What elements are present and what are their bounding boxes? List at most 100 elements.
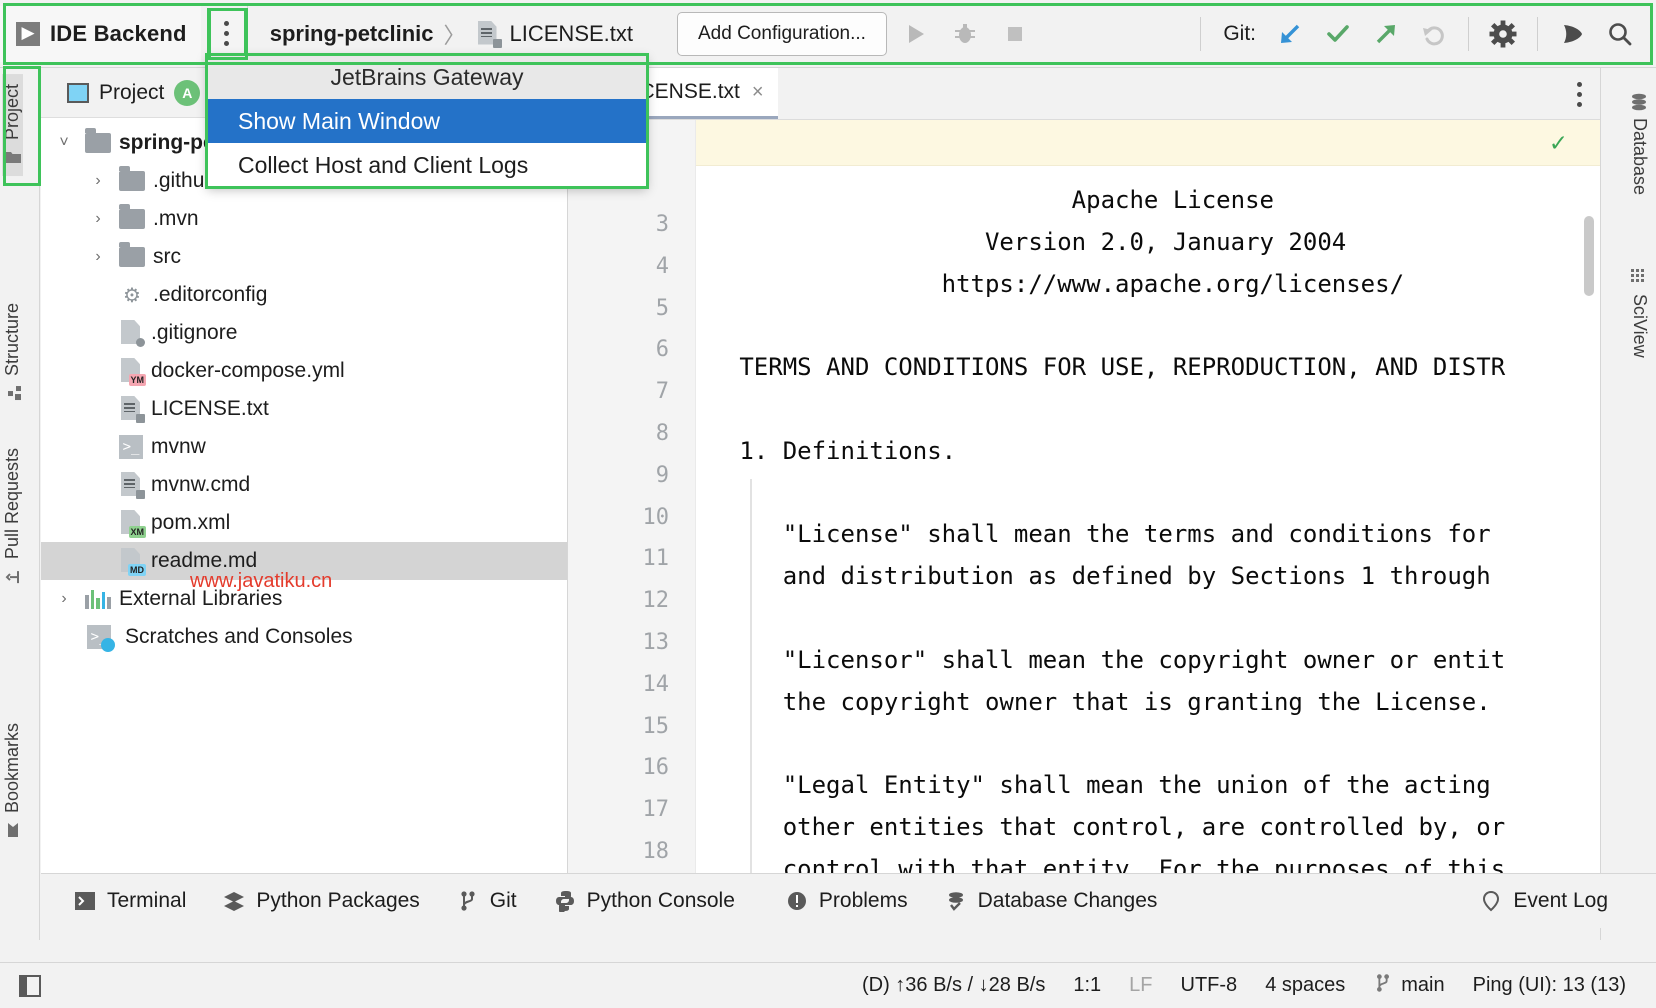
code-line: 1. Definitions. [696,431,1600,473]
tree-node-label: mvnw [151,435,206,459]
tool-window-label: Python Console [587,889,735,913]
python-icon [553,889,577,913]
stop-icon[interactable] [993,12,1037,56]
avatar[interactable]: A [174,80,200,106]
gear-file-icon: ⚙ [119,283,145,307]
tool-window-label: Git [490,889,517,913]
tree-node-gitignore[interactable]: .gitignore [41,314,567,352]
indent-guide [750,479,752,873]
code-line: the copyright owner that is granting the… [696,682,1600,724]
search-icon[interactable] [1598,12,1642,56]
sidebar-item-sciview[interactable]: SciView [1629,258,1650,368]
breadcrumb-separator: 〉 [444,18,466,50]
folder-icon [119,171,145,191]
tree-node-label: Scratches and Consoles [119,625,353,649]
text-file-icon [476,20,500,48]
status-encoding[interactable]: UTF-8 [1167,974,1252,997]
tool-window-label: Database Changes [978,889,1158,913]
breadcrumb-project[interactable]: spring-petclinic [270,21,434,47]
gear-icon[interactable] [1481,12,1525,56]
shell-file-icon: >_ [119,435,143,459]
chevron-right-icon[interactable]: › [85,210,111,228]
tree-node-docker-compose[interactable]: YM docker-compose.yml [41,352,567,390]
scratches-icon: >_ [87,625,111,649]
sidebar-item-project[interactable]: Project [2,74,23,176]
folder-icon [4,148,22,166]
run-icon[interactable] [893,12,937,56]
tree-node-mvnw[interactable]: >_ mvnw [41,428,567,466]
tool-window-label: Event Log [1513,889,1608,913]
menu-item-show-main-window[interactable]: Show Main Window [208,99,646,143]
close-icon[interactable]: × [752,81,764,104]
terminal-icon [73,889,97,913]
tool-window-git[interactable]: Git [438,889,535,913]
status-indent[interactable]: 4 spaces [1251,974,1359,997]
backend-options-button[interactable] [207,8,247,60]
debug-icon[interactable] [943,12,987,56]
tool-window-label: Problems [819,889,908,913]
editor-area: LICENSE.txt × 3 4 5 6 7 8 9 10 11 12 13 … [568,68,1600,873]
status-branch[interactable]: main [1359,973,1458,999]
breadcrumb: spring-petclinic 〉 LICENSE.txt [248,18,633,50]
line-number: 18 [568,831,695,873]
sidebar-item-structure[interactable]: Structure [2,293,23,412]
tool-window-problems[interactable]: Problems [767,889,926,913]
tool-window-python-packages[interactable]: Python Packages [204,889,437,913]
menu-item-collect-logs[interactable]: Collect Host and Client Logs [208,143,646,187]
bookmark-icon [4,821,22,839]
tree-node-pom-xml[interactable]: XM pom.xml [41,504,567,542]
code-line: "Legal Entity" shall mean the union of t… [696,765,1600,807]
chevron-right-icon[interactable]: › [51,590,77,608]
line-number: 12 [568,580,695,622]
md-file-icon: MD [119,547,143,575]
editor-options-button[interactable] [1577,68,1582,120]
code-line: other entities that control, are control… [696,807,1600,849]
editor-vertical-scrollbar[interactable] [1584,216,1594,296]
code-line: TERMS AND CONDITIONS FOR USE, REPRODUCTI… [696,347,1600,389]
status-line-separator[interactable]: LF [1115,974,1166,997]
line-number: 15 [568,706,695,748]
add-configuration-button[interactable]: Add Configuration... [677,12,887,56]
chevron-down-icon[interactable]: ˅ [51,134,77,152]
gateway-popup-menu: JetBrains Gateway Show Main Window Colle… [207,55,647,187]
ide-backend-button[interactable]: ▶ IDE Backend [0,6,201,62]
toggle-toolwindows-icon[interactable] [10,974,50,998]
sidebar-item-database[interactable]: Database [1629,82,1650,205]
tool-window-terminal[interactable]: Terminal [55,889,204,913]
sciview-grid-icon [1631,268,1649,286]
jetbrains-gateway-icon[interactable] [1550,12,1594,56]
breadcrumb-file[interactable]: LICENSE.txt [510,21,633,47]
packages-icon [222,889,246,913]
tool-window-python-console[interactable]: Python Console [535,889,753,913]
chevron-right-icon[interactable]: › [85,248,111,266]
tree-node-label: .gitignore [151,321,237,345]
tool-window-database-changes[interactable]: Database Changes [926,889,1176,913]
rollback-icon[interactable] [1412,12,1456,56]
line-number: 9 [568,455,695,497]
tool-window-event-log[interactable]: Event Log [1461,889,1626,913]
code-line: "License" shall mean the terms and condi… [696,514,1600,556]
status-ping: Ping (UI): 13 (13) [1459,974,1640,997]
tree-node-label: .mvn [153,207,199,231]
folder-icon [119,247,145,267]
status-caret-position[interactable]: 1:1 [1059,974,1115,997]
tree-node-editorconfig[interactable]: ⚙ .editorconfig [41,276,567,314]
sidebar-item-pull-requests[interactable]: Pull Requests [2,438,23,595]
library-icon [85,589,111,609]
tree-node-scratches-and-consoles[interactable]: >_ Scratches and Consoles [41,618,567,656]
folder-icon [119,209,145,229]
chevron-right-icon[interactable]: › [85,172,111,190]
tree-node-label: LICENSE.txt [151,397,269,421]
sidebar-item-label: Structure [2,303,23,376]
update-project-icon[interactable] [1268,12,1312,56]
commit-icon[interactable] [1316,12,1360,56]
tree-node-mvn[interactable]: › .mvn [41,200,567,238]
line-number: 16 [568,747,695,789]
tree-node-src[interactable]: › src [41,238,567,276]
tree-node-license[interactable]: LICENSE.txt [41,390,567,428]
sidebar-item-label: Pull Requests [2,448,23,559]
tree-node-mvnw-cmd[interactable]: mvnw.cmd [41,466,567,504]
sidebar-item-bookmarks[interactable]: Bookmarks [2,713,23,849]
code-content[interactable]: ✓ Apache License Version 2.0, January 20… [696,120,1600,873]
push-icon[interactable] [1364,12,1408,56]
